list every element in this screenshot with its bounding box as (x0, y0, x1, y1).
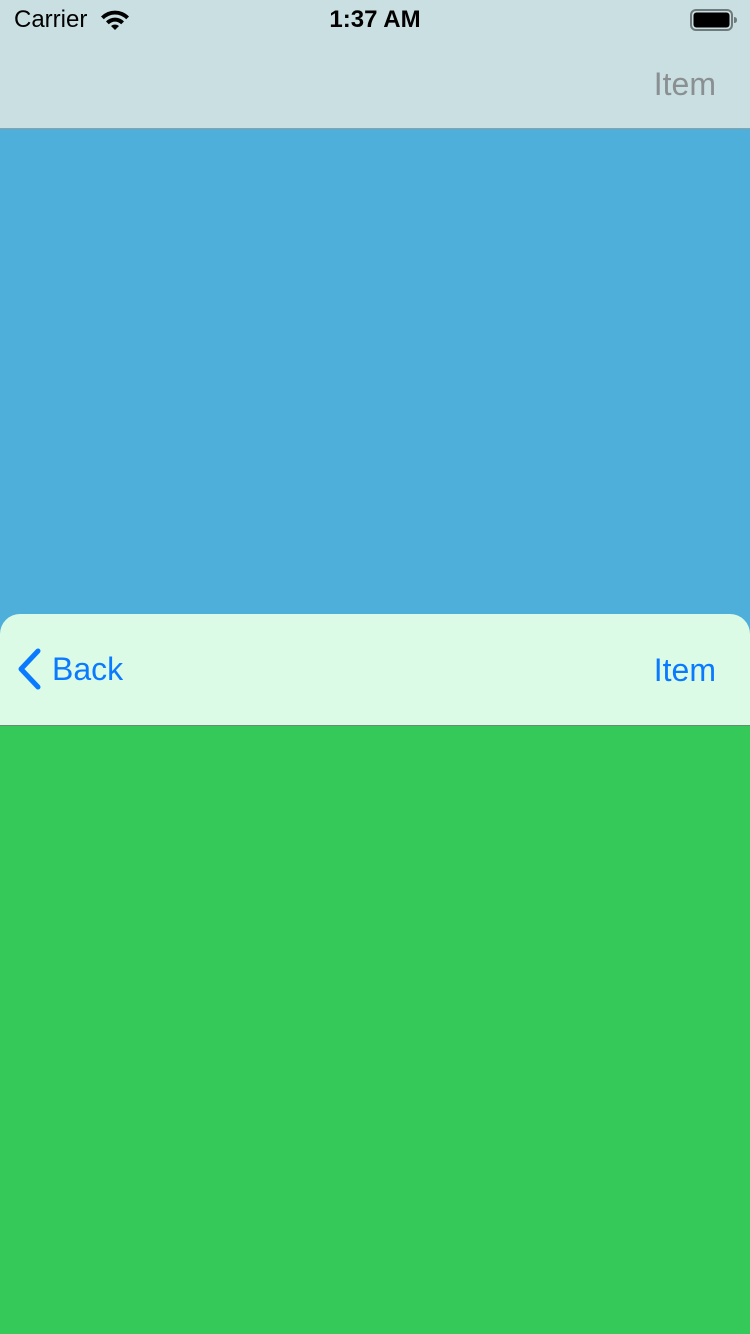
blue-content-area (0, 129, 750, 614)
clock-time: 1:37 AM (329, 6, 421, 33)
green-content-area (0, 726, 750, 1334)
status-bar: Carrier 1:37 AM (0, 0, 750, 40)
top-nav-item-button[interactable]: Item (654, 66, 716, 103)
app-screen: Carrier 1:37 AM Item Back Item (0, 0, 750, 1334)
navigation-bar: Back Item (0, 614, 750, 726)
back-button[interactable]: Back (14, 644, 123, 694)
chevron-left-icon (18, 648, 41, 690)
top-navigation-bar: Carrier 1:37 AM Item (0, 0, 750, 129)
back-button-label: Back (52, 650, 124, 687)
nav-item-button[interactable]: Item (654, 652, 716, 689)
battery-icon (690, 9, 737, 31)
